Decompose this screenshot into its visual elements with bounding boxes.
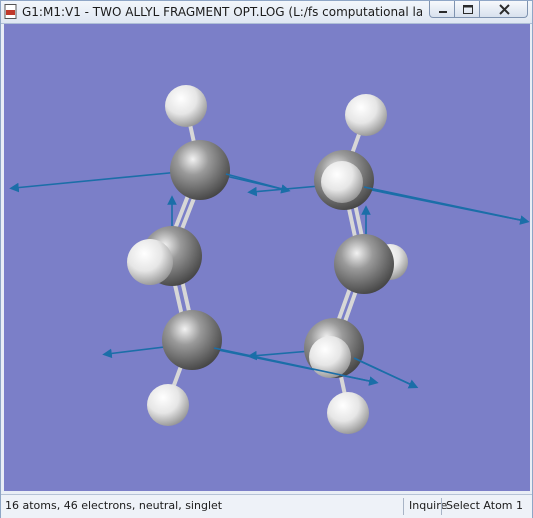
molecule-viewport[interactable] (4, 24, 530, 491)
minimize-icon (439, 11, 447, 13)
molecule-summary: 16 atoms, 46 electrons, neutral, singlet (5, 499, 223, 512)
molecule-render[interactable] (4, 24, 530, 491)
hydrogen-atom[interactable] (147, 384, 189, 426)
status-divider (441, 498, 442, 515)
minimize-button[interactable] (429, 1, 455, 18)
carbon-atom[interactable] (170, 140, 230, 200)
carbon-atom[interactable] (162, 310, 222, 370)
status-divider (403, 498, 404, 515)
hydrogen-atom[interactable] (345, 94, 387, 136)
close-icon (499, 4, 510, 15)
window-title: G1:M1:V1 - TWO ALLYL FRAGMENT OPT.LOG (L… (22, 5, 422, 19)
hydrogen-atom[interactable] (127, 239, 173, 285)
maximize-button[interactable] (454, 1, 480, 18)
hydrogen-atom[interactable] (321, 161, 363, 203)
carbon-atom[interactable] (334, 234, 394, 294)
vector-front (225, 173, 287, 191)
displacement-vectors (9, 169, 530, 389)
status-bar: 16 atoms, 46 electrons, neutral, singlet… (1, 494, 532, 518)
title-bar[interactable]: G1:M1:V1 - TWO ALLYL FRAGMENT OPT.LOG (L… (1, 1, 532, 24)
gaussview-file-icon (4, 4, 17, 19)
vector-front (353, 357, 415, 387)
hydrogen-atom[interactable] (327, 392, 369, 434)
selection-status: Select Atom 1 (446, 499, 524, 512)
restore-icon (463, 5, 473, 14)
hydrogen-atom[interactable] (309, 336, 351, 378)
app-window: G1:M1:V1 - TWO ALLYL FRAGMENT OPT.LOG (L… (0, 0, 533, 518)
hydrogen-atom[interactable] (165, 85, 207, 127)
vector-front (363, 186, 526, 222)
close-button[interactable] (479, 1, 528, 18)
